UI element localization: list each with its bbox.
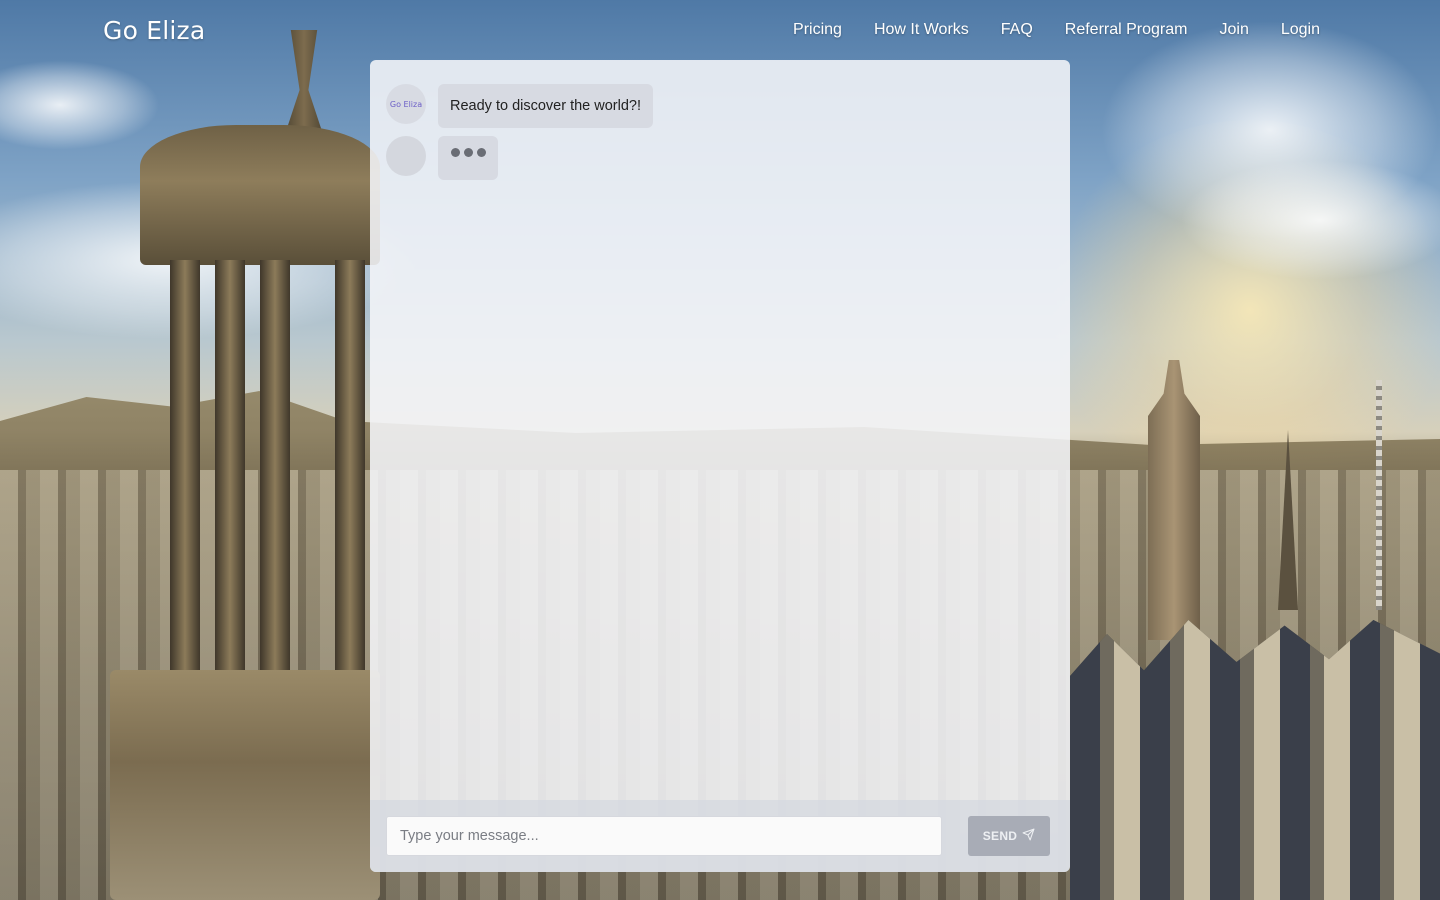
typing-indicator (438, 136, 498, 180)
message-composer: SEND (370, 800, 1070, 872)
nav-link-faq[interactable]: FAQ (1001, 21, 1033, 39)
nav-link-how-it-works[interactable]: How It Works (874, 21, 969, 39)
brand-logo[interactable]: Go Eliza (103, 16, 205, 45)
chat-panel: Go Eliza Ready to discover the world?! S… (370, 60, 1070, 872)
typing-dot (463, 148, 473, 157)
message-row: Go Eliza Ready to discover the world?! (386, 84, 1054, 128)
typing-dot (450, 148, 460, 157)
top-nav-bar: Go Eliza Pricing How It Works FAQ Referr… (0, 0, 1440, 60)
message-list[interactable]: Go Eliza Ready to discover the world?! (370, 60, 1070, 800)
nav-link-login[interactable]: Login (1281, 21, 1320, 39)
typing-row (386, 136, 1054, 180)
nav-link-referral-program[interactable]: Referral Program (1065, 21, 1188, 39)
typing-dot (476, 148, 486, 157)
send-button[interactable]: SEND (968, 816, 1050, 856)
message-input[interactable] (386, 816, 942, 856)
bot-avatar: Go Eliza (386, 84, 426, 124)
main-nav: Pricing How It Works FAQ Referral Progra… (793, 21, 1320, 39)
message-bubble: Ready to discover the world?! (438, 84, 654, 128)
bot-avatar-placeholder (386, 136, 426, 176)
paper-plane-icon (1022, 828, 1035, 844)
nav-link-join[interactable]: Join (1219, 21, 1248, 39)
nav-link-pricing[interactable]: Pricing (793, 21, 842, 39)
send-button-label: SEND (982, 829, 1018, 843)
